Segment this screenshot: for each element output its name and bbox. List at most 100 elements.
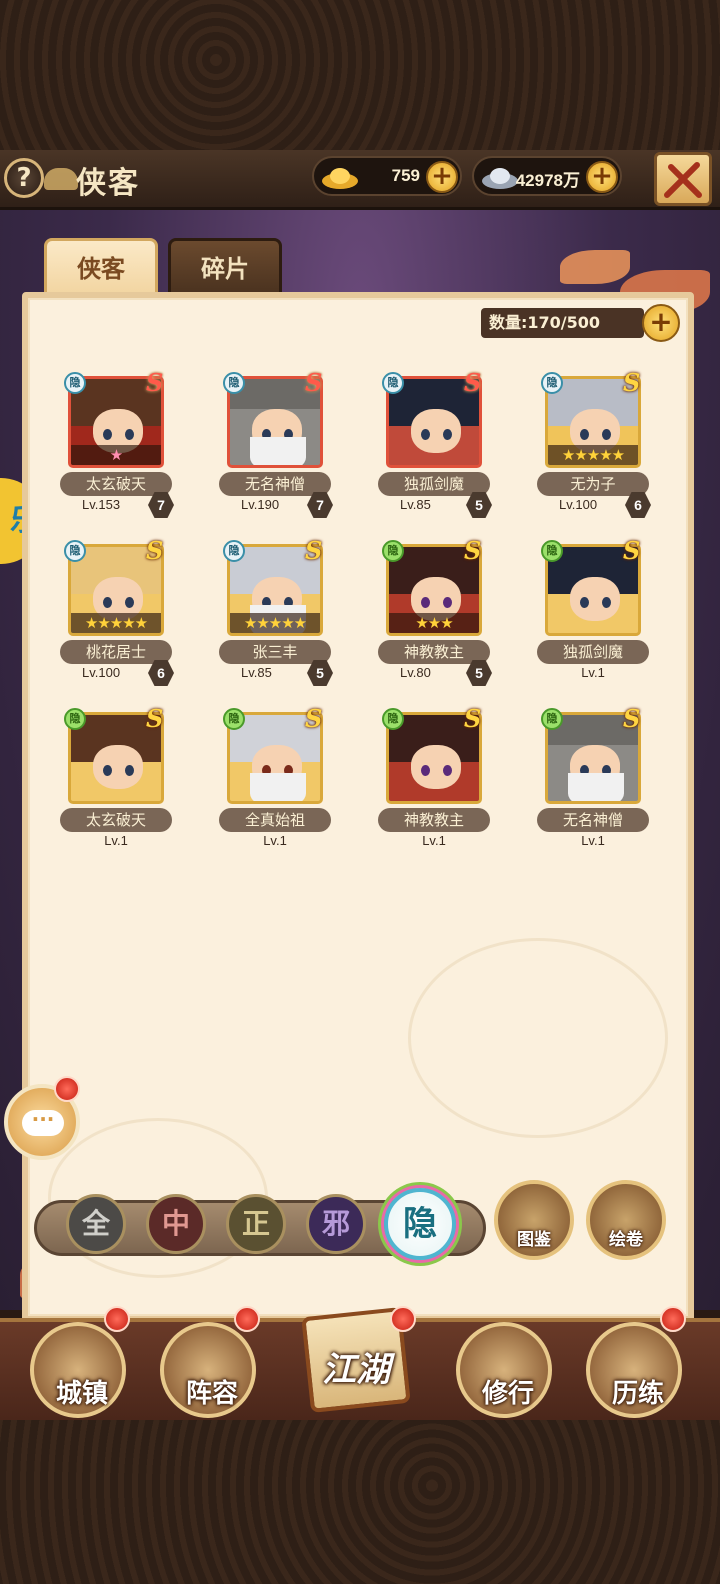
close-button[interactable] (654, 152, 712, 206)
hero-level: Lv.1 (581, 833, 605, 848)
expand-capacity-button[interactable]: + (642, 304, 680, 342)
filter-middle[interactable]: 中 (146, 1194, 206, 1254)
hero-face (570, 577, 620, 621)
hidden-badge: 隐 (382, 708, 404, 730)
hero-card[interactable]: ★★★★★ 隐 S 无为子 Lv.100 6 (533, 368, 653, 518)
hidden-badge: 隐 (223, 372, 245, 394)
nav-jianghu-label: 江湖 (322, 1350, 390, 1390)
star-rating: ★★★★★ (71, 613, 161, 633)
page-title: 侠客 (76, 166, 140, 201)
hero-eye (580, 597, 589, 608)
add-gold-button[interactable]: + (426, 161, 458, 193)
hero-eye (103, 429, 112, 440)
bottom-background (0, 1420, 720, 1584)
hidden-badge: 隐 (64, 708, 86, 730)
hero-eye (125, 597, 134, 608)
tab-fragments[interactable]: 碎片 (168, 238, 282, 294)
hero-card[interactable]: 隐 S 独孤剑魔 Lv.1 (533, 536, 653, 686)
hero-card[interactable]: ★ 隐 S 太玄破天 Lv.153 7 (56, 368, 176, 518)
filter-all[interactable]: 全 (66, 1194, 126, 1254)
hidden-badge: 隐 (541, 708, 563, 730)
hero-eye (580, 429, 589, 440)
scroll-gallery-button[interactable]: 绘卷 (586, 1180, 666, 1260)
hero-card[interactable]: ★★★ 隐 S 神教教主 Lv.80 5 (374, 536, 494, 686)
hero-card[interactable]: 隐 S 太玄破天 Lv.1 (56, 704, 176, 854)
hero-level: Lv.1 (263, 833, 287, 848)
nav-trial[interactable]: 历练 (586, 1322, 682, 1418)
notification-dot (54, 1076, 80, 1102)
tab-heroes[interactable]: 侠客 (44, 238, 158, 294)
hero-eye (103, 597, 112, 608)
hero-card[interactable]: 隐 S 无名神僧 Lv.1 (533, 704, 653, 854)
hero-beard (250, 437, 306, 465)
codex-button[interactable]: 图鉴 (494, 1180, 574, 1260)
hero-eye (125, 429, 134, 440)
hidden-badge: 隐 (382, 540, 404, 562)
nav-training[interactable]: 修行 (456, 1322, 552, 1418)
hero-name: 独孤剑魔 (537, 640, 649, 664)
hero-eye (443, 597, 452, 608)
hero-face (411, 409, 461, 453)
nav-town[interactable]: 城镇 (30, 1322, 126, 1418)
rank-badge: S (146, 704, 164, 733)
cloud-icon (44, 168, 78, 190)
hero-list-panel: 数量:170/500 + ★ 隐 S 太玄破天 Lv.153 7 隐 S 无名神… (22, 292, 694, 1322)
hidden-badge: 隐 (64, 372, 86, 394)
top-background (0, 0, 720, 150)
hero-eye (421, 597, 430, 608)
maple-leaf-decoration (560, 250, 630, 284)
top-bar: ? 侠客 759 + 42978万 + (0, 150, 720, 210)
filter-evil[interactable]: 邪 (306, 1194, 366, 1254)
hidden-badge: 隐 (223, 708, 245, 730)
rank-badge: S (464, 368, 482, 397)
star-rating: ★ (71, 445, 161, 465)
hero-card[interactable]: 隐 S 独孤剑魔 Lv.85 5 (374, 368, 494, 518)
hero-eye (443, 765, 452, 776)
hero-face (93, 745, 143, 789)
crossed-swords-icon (664, 162, 702, 198)
hero-name: 神教教主 (378, 808, 490, 832)
star-rating: ★★★★★ (230, 613, 320, 633)
hero-card[interactable]: ★★★★★ 隐 S 张三丰 Lv.85 5 (215, 536, 335, 686)
hero-eye (103, 765, 112, 776)
hero-eye (421, 429, 430, 440)
hidden-badge: 隐 (64, 540, 86, 562)
gold-amount: 759 (391, 166, 420, 185)
nav-town-label: 城镇 (55, 1379, 108, 1409)
filter-hidden[interactable]: 隐 (384, 1188, 456, 1260)
rank-badge: S (623, 704, 641, 733)
hero-name: 无名神僧 (537, 808, 649, 832)
scroll-gallery-label: 绘卷 (609, 1230, 643, 1250)
hidden-badge: 隐 (382, 372, 404, 394)
add-silver-button[interactable]: + (586, 161, 618, 193)
hero-card[interactable]: ★★★★★ 隐 S 桃花居士 Lv.100 6 (56, 536, 176, 686)
hero-name: 全真始祖 (219, 808, 331, 832)
hero-eye (125, 765, 134, 776)
nav-lineup[interactable]: 阵容 (160, 1322, 256, 1418)
rank-badge: S (146, 368, 164, 397)
hero-level: Lv.1 (581, 665, 605, 680)
rank-badge: S (623, 368, 641, 397)
hero-card[interactable]: 隐 S 神教教主 Lv.1 (374, 704, 494, 854)
hero-card[interactable]: 隐 S 全真始祖 Lv.1 (215, 704, 335, 854)
hero-name: 太玄破天 (60, 808, 172, 832)
hero-beard (250, 773, 306, 801)
rank-badge: S (146, 536, 164, 565)
hero-card[interactable]: 隐 S 无名神僧 Lv.190 7 (215, 368, 335, 518)
hidden-badge: 隐 (541, 540, 563, 562)
hero-eye (602, 429, 611, 440)
hero-eye (602, 597, 611, 608)
star-rating: ★★★ (389, 613, 479, 633)
nav-training-label: 修行 (481, 1379, 534, 1409)
chat-icon: ··· (22, 1109, 64, 1136)
notification-dot (660, 1306, 686, 1332)
help-button[interactable]: ? (4, 158, 44, 198)
nav-trial-label: 历练 (611, 1379, 664, 1409)
hidden-badge: 隐 (223, 540, 245, 562)
gold-currency: 759 + (312, 156, 462, 196)
hero-face (411, 745, 461, 789)
silver-currency: 42978万 + (472, 156, 622, 196)
rank-badge: S (464, 536, 482, 565)
filter-righteous[interactable]: 正 (226, 1194, 286, 1254)
rank-badge: S (305, 536, 323, 565)
